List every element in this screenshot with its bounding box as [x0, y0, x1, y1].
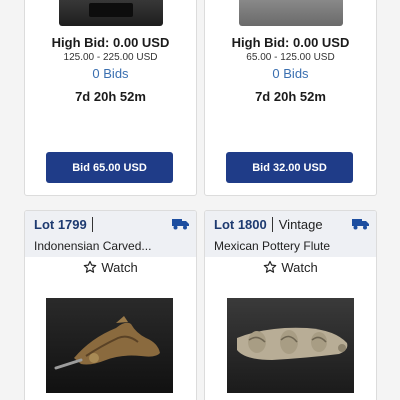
lot-header: Lot 1800 Vintage — [205, 211, 376, 238]
lot-title[interactable]: Mexican Pottery Flute — [205, 238, 376, 257]
lot-number[interactable]: Lot 1799 — [34, 217, 87, 232]
time-left: 7d 20h 52m — [75, 89, 146, 104]
lot-card: High Bid: 0.00 USD 125.00 - 225.00 USD 0… — [24, 0, 197, 196]
lot-image[interactable] — [239, 0, 343, 26]
lot-card: High Bid: 0.00 USD 65.00 - 125.00 USD 0 … — [204, 0, 377, 196]
lot-image[interactable] — [59, 0, 163, 26]
truck-icon — [172, 219, 189, 230]
carved-object-photo — [46, 298, 173, 393]
high-bid: High Bid: 0.00 USD — [231, 35, 350, 50]
watch-button[interactable]: Watch — [205, 257, 376, 277]
divider — [91, 217, 93, 232]
star-outline-icon — [84, 260, 97, 273]
lot-card: Lot 1800 Vintage Mexican Pottery Flute W… — [204, 210, 377, 400]
lot-title[interactable]: Indonensian Carved... — [25, 238, 196, 257]
lot-header: Lot 1799 — [25, 211, 196, 238]
pottery-flute-photo — [227, 298, 354, 393]
truck-icon — [352, 219, 369, 230]
watch-label: Watch — [101, 259, 138, 275]
high-bid: High Bid: 0.00 USD — [51, 35, 170, 50]
lot-number[interactable]: Lot 1800 — [214, 217, 267, 232]
watch-label: Watch — [281, 259, 318, 275]
estimate-range: 65.00 - 125.00 USD — [246, 52, 335, 63]
watch-button[interactable]: Watch — [25, 257, 196, 277]
star-outline-icon — [264, 260, 277, 273]
estimate-range: 125.00 - 225.00 USD — [63, 52, 158, 63]
bids-count-link[interactable]: 0 Bids — [205, 66, 376, 81]
lot-image[interactable] — [227, 298, 354, 393]
lot-tag: Vintage — [278, 217, 323, 232]
divider — [271, 217, 273, 232]
lot-image[interactable] — [46, 298, 173, 393]
lot-card: Lot 1799 Indonensian Carved... Watch — [24, 210, 197, 400]
bid-button[interactable]: Bid 65.00 USD — [46, 152, 173, 183]
bid-button[interactable]: Bid 32.00 USD — [226, 152, 353, 183]
time-left: 7d 20h 52m — [255, 89, 326, 104]
bids-count-link[interactable]: 0 Bids — [25, 66, 196, 81]
